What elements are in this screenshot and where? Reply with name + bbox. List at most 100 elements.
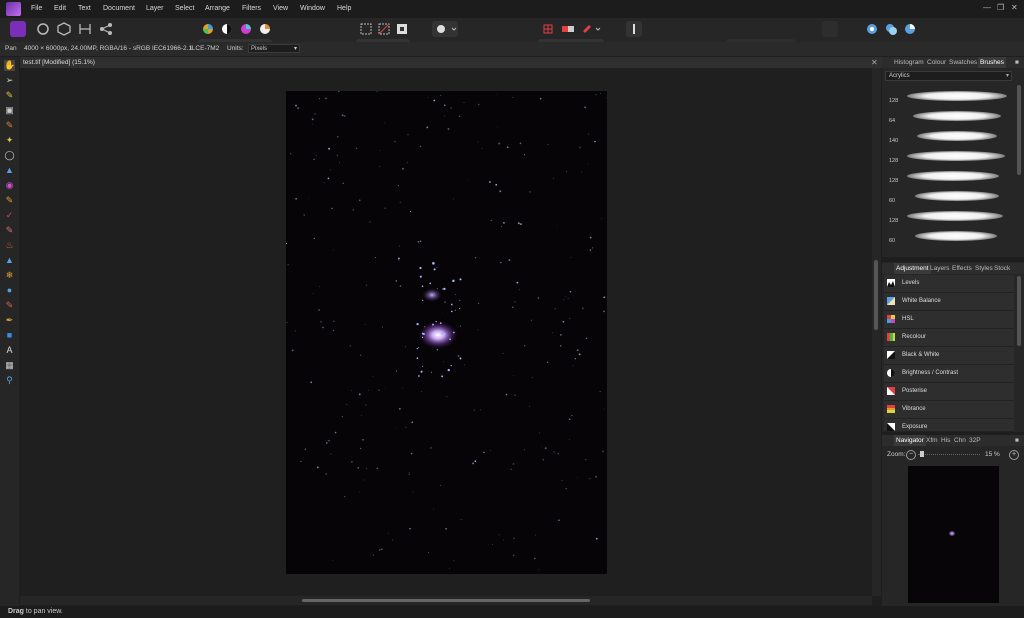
liquify-persona-icon[interactable] bbox=[35, 21, 51, 37]
menu-window[interactable]: Window bbox=[300, 5, 325, 12]
tab-layers[interactable]: Layers bbox=[930, 265, 950, 272]
move-tool-icon[interactable] bbox=[626, 21, 642, 37]
export-persona-icon[interactable] bbox=[98, 21, 114, 37]
menu-text[interactable]: Text bbox=[78, 5, 91, 12]
arrange-icon[interactable] bbox=[822, 21, 838, 37]
photo-canvas[interactable] bbox=[286, 91, 607, 574]
tab-colour[interactable]: Colour bbox=[927, 59, 946, 66]
adjustment-white-balance[interactable]: White Balance bbox=[884, 293, 1014, 311]
menu-file[interactable]: File bbox=[31, 5, 42, 12]
tone-mapping-persona-icon[interactable] bbox=[77, 21, 93, 37]
brush-item[interactable]: 128 bbox=[885, 147, 1015, 167]
tab-navigator[interactable]: Navigator bbox=[894, 435, 926, 446]
brush-item[interactable]: 128 bbox=[885, 167, 1015, 187]
profile-icon[interactable] bbox=[902, 21, 918, 37]
adjustment-exposure[interactable]: Exposure bbox=[884, 419, 1014, 432]
move-tool-icon[interactable]: ➢ bbox=[4, 75, 15, 86]
snapping-icon[interactable] bbox=[864, 21, 880, 37]
crop-tool-icon[interactable]: ▣ bbox=[4, 105, 15, 116]
menu-document[interactable]: Document bbox=[103, 5, 135, 12]
panel-menu-icon[interactable]: ■ bbox=[1015, 437, 1019, 444]
panel-menu-icon[interactable]: ■ bbox=[1015, 59, 1019, 66]
dodge-tool-icon[interactable]: ✓ bbox=[4, 210, 15, 221]
adjustment-posterise[interactable]: Posterise bbox=[884, 383, 1014, 401]
tab-stock[interactable]: Stock bbox=[994, 265, 1010, 272]
clone-tool-icon[interactable]: ✎ bbox=[4, 225, 15, 236]
invert-selection-icon[interactable] bbox=[394, 21, 410, 37]
split-view-icon[interactable] bbox=[560, 21, 576, 37]
tab-swatches[interactable]: Swatches bbox=[949, 59, 977, 66]
document-tab[interactable] bbox=[20, 57, 882, 68]
menu-edit[interactable]: Edit bbox=[54, 5, 66, 12]
select-all-icon[interactable] bbox=[358, 21, 374, 37]
deselect-icon[interactable] bbox=[376, 21, 392, 37]
tab-effects[interactable]: Effects bbox=[952, 265, 972, 272]
brush-item[interactable]: 128 bbox=[885, 207, 1015, 227]
restore-icon[interactable]: ❐ bbox=[997, 3, 1004, 12]
auto-white-balance-icon[interactable] bbox=[257, 21, 273, 37]
brush-item[interactable]: 60 bbox=[885, 187, 1015, 207]
minimize-icon[interactable]: — bbox=[983, 3, 991, 12]
close-icon[interactable]: ✕ bbox=[1011, 3, 1018, 12]
gradient-tool-icon[interactable]: ◉ bbox=[4, 180, 15, 191]
menu-view[interactable]: View bbox=[273, 5, 288, 12]
photo-persona-icon[interactable] bbox=[10, 21, 26, 37]
develop-persona-icon[interactable] bbox=[56, 21, 72, 37]
zoom-out-icon[interactable]: − bbox=[906, 450, 916, 460]
zoom-tool-icon[interactable]: ⚲ bbox=[4, 375, 15, 386]
pen-tool-icon[interactable]: ✒ bbox=[4, 315, 15, 326]
selection-brush-icon[interactable]: ✎ bbox=[4, 120, 15, 131]
hand-tool-icon[interactable]: ✋ bbox=[4, 60, 15, 71]
tab-transform[interactable]: Xfm bbox=[926, 437, 938, 444]
mesh-warp-icon[interactable]: ▦ bbox=[4, 360, 15, 371]
mask-icon[interactable] bbox=[883, 21, 899, 37]
sponge-tool-icon[interactable]: ❄ bbox=[4, 270, 15, 281]
close-document-icon[interactable]: ✕ bbox=[871, 58, 878, 67]
units-select[interactable]: Pixels ▾ bbox=[248, 44, 300, 53]
tab-styles[interactable]: Styles bbox=[975, 265, 993, 272]
burn-tool-icon[interactable]: ♨ bbox=[4, 240, 15, 251]
adjustment-scroll-thumb[interactable] bbox=[1017, 276, 1021, 346]
vertical-scrollbar[interactable] bbox=[872, 68, 881, 596]
assistant-icon[interactable] bbox=[580, 21, 602, 37]
color-picker-icon[interactable]: ✎ bbox=[4, 90, 15, 101]
text-tool-icon[interactable]: A bbox=[4, 345, 15, 356]
brush-item[interactable]: 128 bbox=[885, 87, 1015, 107]
shape-tool-icon[interactable]: ■ bbox=[4, 330, 15, 341]
tab-adjustment[interactable]: Adjustment bbox=[894, 263, 931, 274]
tab-histogram[interactable]: Histogram bbox=[894, 59, 924, 66]
vertical-scroll-thumb[interactable] bbox=[874, 260, 878, 330]
menu-filters[interactable]: Filters bbox=[242, 5, 261, 12]
auto-colours-icon[interactable] bbox=[238, 21, 254, 37]
grid-icon[interactable] bbox=[540, 21, 556, 37]
quick-mask-icon[interactable] bbox=[432, 21, 458, 37]
horizontal-scroll-thumb[interactable] bbox=[302, 599, 590, 602]
menu-select[interactable]: Select bbox=[175, 5, 194, 12]
flood-fill-icon[interactable]: ▲ bbox=[4, 165, 15, 176]
zoom-in-icon[interactable]: + bbox=[1009, 450, 1019, 460]
paint-brush-icon[interactable]: ✎ bbox=[4, 195, 15, 206]
tab-channels[interactable]: Chn bbox=[954, 437, 966, 444]
zoom-slider-thumb[interactable] bbox=[920, 451, 924, 457]
zoom-slider[interactable] bbox=[918, 454, 980, 456]
adjustment-hsl[interactable]: HSL bbox=[884, 311, 1014, 329]
flood-select-icon[interactable]: ✦ bbox=[4, 135, 15, 146]
brush-item[interactable]: 60 bbox=[885, 227, 1015, 245]
adjustment-vibrance[interactable]: Vibrance bbox=[884, 401, 1014, 419]
brush-item[interactable]: 64 bbox=[885, 107, 1015, 127]
brushes-scroll-thumb[interactable] bbox=[1017, 85, 1021, 175]
menu-arrange[interactable]: Arrange bbox=[205, 5, 230, 12]
menu-help[interactable]: Help bbox=[337, 5, 351, 12]
tab-brushes[interactable]: Brushes bbox=[978, 57, 1006, 68]
brush-category-select[interactable]: Acrylics ▾ bbox=[885, 71, 1012, 81]
tab-histogram-mini[interactable]: His bbox=[941, 437, 950, 444]
navigator-preview[interactable] bbox=[908, 466, 999, 603]
brush-item[interactable]: 140 bbox=[885, 127, 1015, 147]
marquee-tool-icon[interactable]: ◯ bbox=[4, 150, 15, 161]
adjustment-black-white[interactable]: Black & White bbox=[884, 347, 1014, 365]
tab-32bit-preview[interactable]: 32P bbox=[969, 437, 981, 444]
smudge-tool-icon[interactable]: ▲ bbox=[4, 255, 15, 266]
adjustment-brightness-contrast[interactable]: Brightness / Contrast bbox=[884, 365, 1014, 383]
blur-tool-icon[interactable]: ● bbox=[4, 285, 15, 296]
inpainting-tool-icon[interactable]: ✎ bbox=[4, 300, 15, 311]
